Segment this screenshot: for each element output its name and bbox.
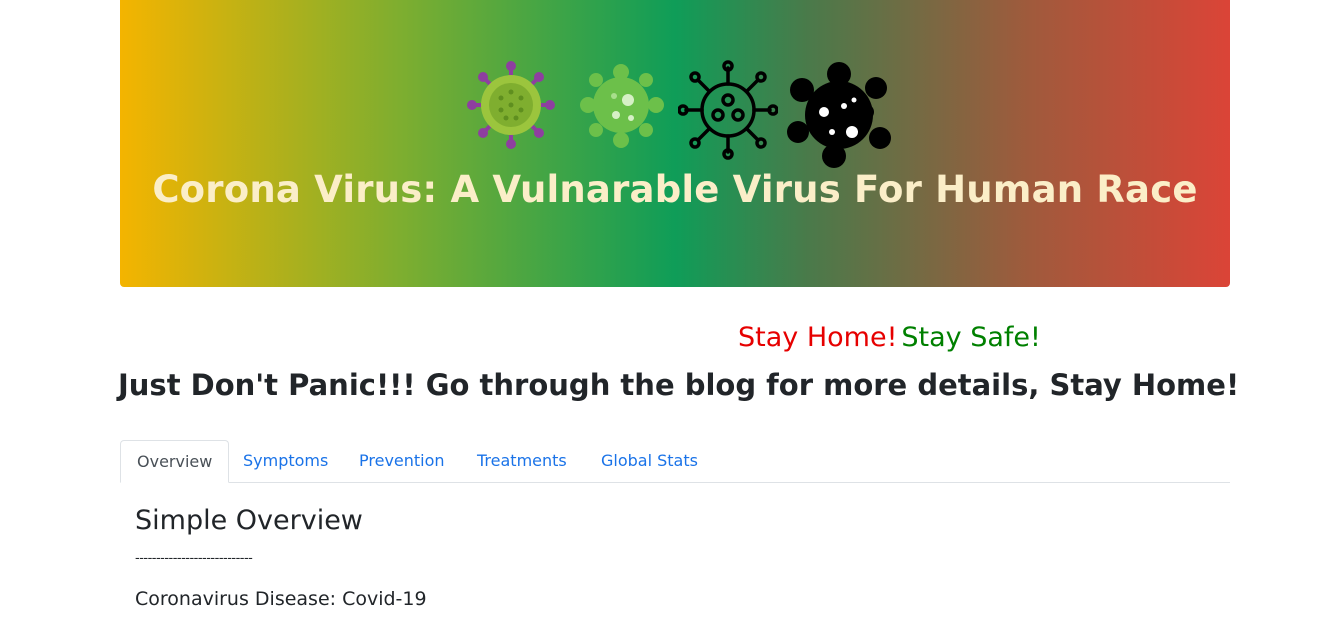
tab-prevention[interactable]: Prevention bbox=[359, 440, 445, 481]
tab-bar: Overview Symptoms Prevention Treatments … bbox=[120, 440, 1230, 483]
stay-safe-text: Stay Safe! bbox=[901, 322, 1041, 353]
divider-text: ---------------------------- bbox=[135, 551, 253, 566]
tab-global-stats[interactable]: Global Stats bbox=[601, 440, 698, 481]
virus-purple-icon bbox=[467, 61, 555, 149]
page: Corona Virus: A Vulnarable Virus For Hum… bbox=[0, 0, 1332, 618]
virus-outline-icon bbox=[678, 60, 778, 160]
stay-banner: Stay Home! Stay Safe! bbox=[738, 322, 1041, 353]
hero-title: Corona Virus: A Vulnarable Virus For Hum… bbox=[152, 168, 1198, 211]
tab-overview[interactable]: Overview bbox=[120, 440, 230, 483]
section-title: Simple Overview bbox=[135, 505, 363, 536]
tab-treatments[interactable]: Treatments bbox=[477, 440, 567, 481]
virus-icons bbox=[466, 60, 896, 170]
hero-banner: Corona Virus: A Vulnarable Virus For Hum… bbox=[120, 0, 1230, 287]
stay-home-text: Stay Home! bbox=[738, 322, 898, 353]
tab-symptoms[interactable]: Symptoms bbox=[243, 440, 328, 481]
headline: Just Don't Panic!!! Go through the blog … bbox=[118, 368, 1240, 402]
subheading: Coronavirus Disease: Covid-19 bbox=[135, 588, 427, 610]
virus-green-icon bbox=[580, 64, 664, 148]
virus-black-icon bbox=[787, 62, 891, 168]
